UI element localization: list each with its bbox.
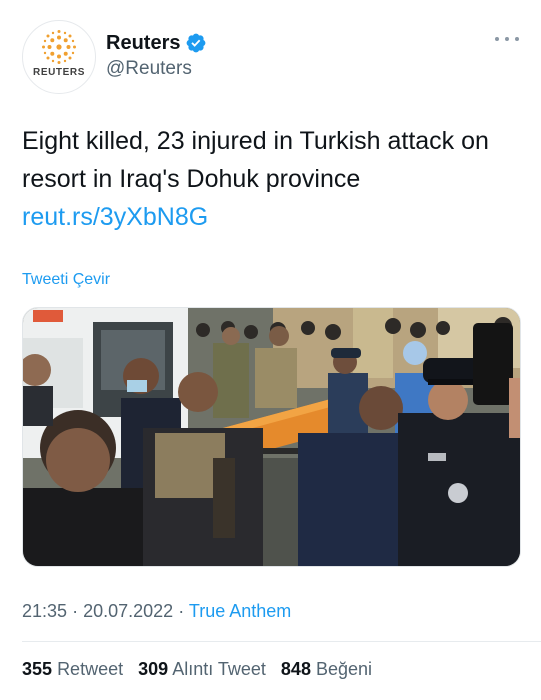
tweet-meta: 21:35 · 20.07.2022 · True Anthem bbox=[22, 601, 291, 622]
verified-badge-icon bbox=[187, 33, 206, 53]
tweet-text: Eight killed, 23 injured in Turkish atta… bbox=[22, 122, 522, 236]
tweet-photo[interactable] bbox=[22, 307, 521, 567]
author-name-row[interactable]: Reuters bbox=[106, 30, 207, 56]
retweets-stat[interactable]: 355 Retweet bbox=[22, 659, 123, 679]
retweets-label: Retweet bbox=[57, 659, 124, 679]
quotes-stat[interactable]: 309 Alıntı Tweet bbox=[138, 659, 266, 679]
retweets-count: 355 bbox=[22, 659, 53, 679]
more-dot-icon bbox=[495, 37, 499, 41]
tweet: REUTERS Reuters @Reuters Eight killed, 2… bbox=[0, 0, 541, 700]
author-handle[interactable]: @Reuters bbox=[106, 58, 192, 80]
reuters-logo-icon bbox=[42, 30, 76, 64]
more-dot-icon bbox=[515, 37, 519, 41]
tweet-date[interactable]: 20.07.2022 bbox=[83, 601, 173, 621]
tweet-stats: 355 Retweet 309 Alıntı Tweet 848 Beğeni bbox=[22, 659, 372, 680]
divider bbox=[22, 641, 541, 642]
translate-tweet-link[interactable]: Tweeti Çevir bbox=[22, 271, 110, 289]
meta-separator: · bbox=[178, 601, 185, 621]
tweet-body: Eight killed, 23 injured in Turkish atta… bbox=[22, 127, 489, 193]
source-app-link[interactable]: True Anthem bbox=[189, 601, 291, 621]
tweet-time[interactable]: 21:35 bbox=[22, 601, 67, 621]
meta-separator: · bbox=[72, 601, 79, 621]
display-name[interactable]: Reuters bbox=[106, 32, 180, 55]
avatar[interactable]: REUTERS bbox=[22, 20, 96, 94]
quotes-label: Alıntı Tweet bbox=[172, 659, 266, 679]
avatar-wordmark: REUTERS bbox=[33, 67, 85, 78]
more-dot-icon bbox=[505, 37, 509, 41]
likes-count: 848 bbox=[280, 659, 311, 679]
quotes-count: 309 bbox=[138, 659, 169, 679]
likes-stat[interactable]: 848 Beğeni bbox=[281, 659, 372, 679]
more-options-icon[interactable] bbox=[495, 32, 519, 46]
tweet-link[interactable]: reut.rs/3yXbN8G bbox=[22, 203, 208, 231]
likes-label: Beğeni bbox=[315, 659, 373, 679]
news-photo-scene bbox=[23, 308, 520, 566]
